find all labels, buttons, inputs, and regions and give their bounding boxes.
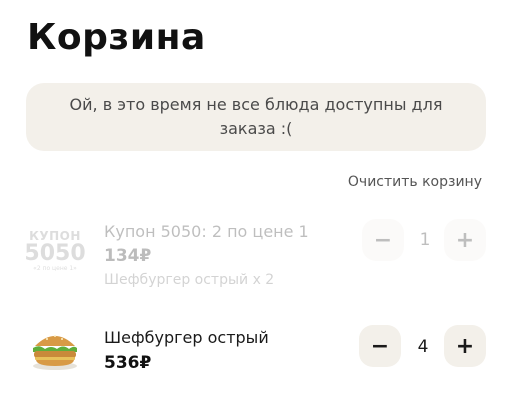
item-quantity: 1 <box>419 230 431 250</box>
page-title: Корзина <box>27 17 206 58</box>
item-price: 536₽ <box>104 353 152 373</box>
availability-notice: Ой, в это время не все блюда доступны дл… <box>26 83 486 151</box>
item-details: Шефбургер острый x 2 <box>104 272 275 288</box>
availability-notice-text: Ой, в это время не все блюда доступны дл… <box>69 95 443 138</box>
item-name: Шефбургер острый <box>104 328 269 347</box>
clear-cart-button[interactable]: Очистить корзину <box>348 174 482 190</box>
increase-quantity-button[interactable]: + <box>444 325 486 367</box>
cart-item-burger: Шефбургер острый 536₽ − 4 + <box>0 318 512 378</box>
cart-item-coupon: КУПОН 5050 «2 по цене 1» Купон 5050: 2 п… <box>0 214 512 294</box>
item-price: 134₽ <box>104 246 152 266</box>
increase-quantity-button[interactable]: + <box>444 219 486 261</box>
decrease-quantity-button[interactable]: − <box>359 325 401 367</box>
burger-icon <box>26 321 84 379</box>
coupon-image: КУПОН 5050 «2 по цене 1» <box>24 229 86 272</box>
decrease-quantity-button[interactable]: − <box>362 219 404 261</box>
item-quantity: 4 <box>417 337 429 357</box>
item-name: Купон 5050: 2 по цене 1 <box>104 222 309 241</box>
